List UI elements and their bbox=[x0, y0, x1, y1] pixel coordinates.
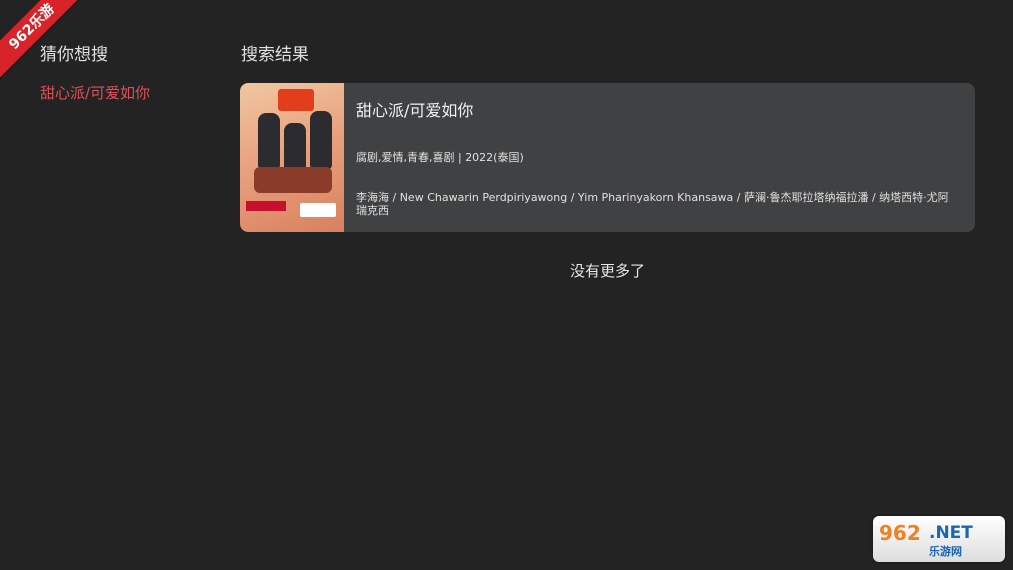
poster-sofa bbox=[254, 167, 332, 193]
poster-figure bbox=[258, 113, 280, 169]
suggest-title: 猜你想搜 bbox=[40, 45, 108, 65]
watermark-brand: .NET bbox=[929, 523, 973, 543]
site-watermark: 962 .NET 乐游网 bbox=[873, 516, 1005, 562]
watermark-number: 962 bbox=[879, 521, 921, 545]
poster-strip bbox=[246, 201, 286, 211]
poster-badge bbox=[300, 203, 336, 217]
poster-figure bbox=[310, 111, 332, 169]
poster-image bbox=[240, 83, 344, 232]
no-more-text-row: 没有更多了 bbox=[0, 260, 1013, 281]
search-result-card[interactable]: 甜心派/可爱如你 腐剧,爱情,青春,喜剧 | 2022(泰国) 李海海 / Ne… bbox=[240, 83, 975, 232]
results-title: 搜索结果 bbox=[241, 45, 309, 65]
watermark-sub: 乐游网 bbox=[929, 545, 962, 558]
result-meta: 腐剧,爱情,青春,喜剧 | 2022(泰国) bbox=[356, 151, 524, 164]
suggest-item[interactable]: 甜心派/可爱如你 bbox=[40, 82, 150, 103]
poster-logo bbox=[278, 89, 314, 111]
result-cast: 李海海 / New Chawarin Perdpiriyawong / Yim … bbox=[356, 191, 949, 217]
result-title: 甜心派/可爱如你 bbox=[356, 101, 474, 120]
no-more-text: 没有更多了 bbox=[569, 262, 645, 280]
